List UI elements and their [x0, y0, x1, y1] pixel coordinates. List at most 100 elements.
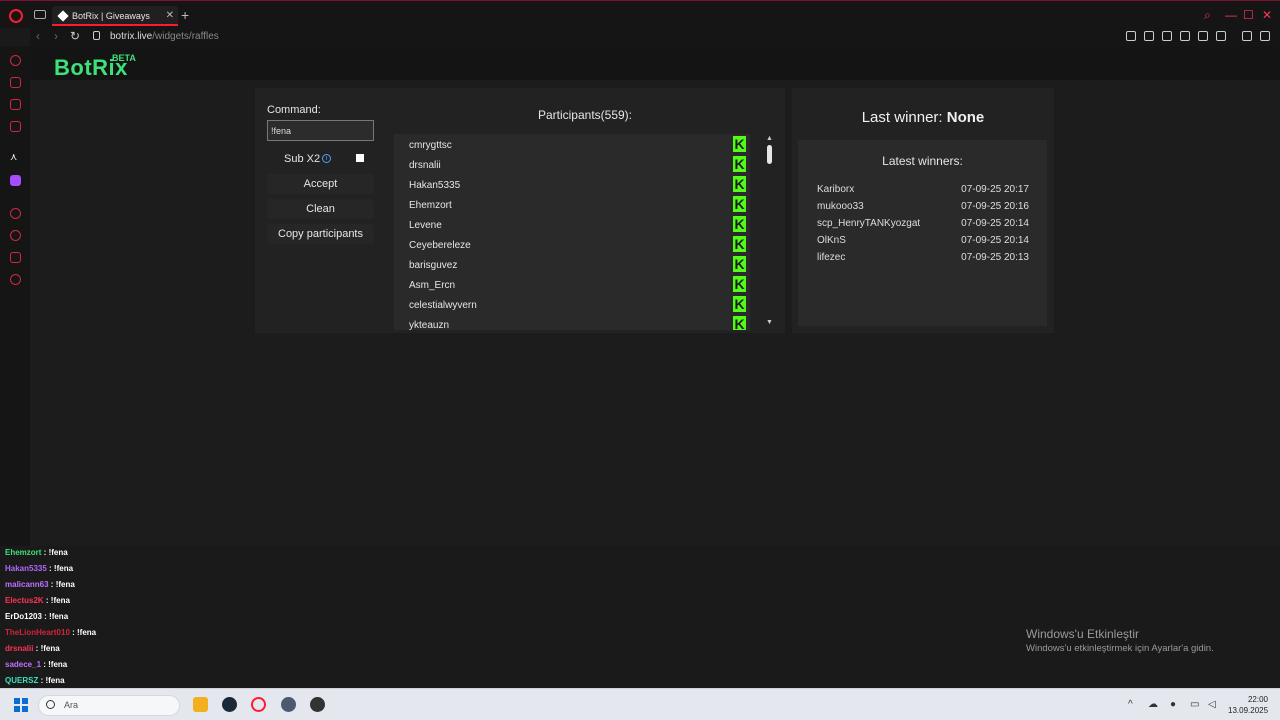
- participants-list[interactable]: cmrygttsc Kdrsnalii K Hakan5335 K Ehemzort K Le…: [394, 134, 750, 330]
- participants-title: Participants(559):: [537, 108, 633, 122]
- back-icon[interactable]: ‹: [36, 29, 40, 43]
- messenger-icon[interactable]: [10, 99, 21, 110]
- extensions-icon[interactable]: [10, 252, 21, 263]
- workspace-icon[interactable]: [10, 121, 21, 132]
- kick-icon: K: [733, 176, 746, 192]
- opera-logo-icon[interactable]: [9, 9, 23, 23]
- heart-icon[interactable]: [1216, 31, 1226, 41]
- start-icon[interactable]: [14, 698, 28, 712]
- command-label: Command:: [267, 104, 321, 116]
- pin-icon[interactable]: [1126, 31, 1136, 41]
- info-icon[interactable]: i: [322, 154, 331, 163]
- player-icon[interactable]: [1198, 31, 1208, 41]
- participant-name: drsnalii: [409, 160, 441, 171]
- player-sidebar-icon[interactable]: [10, 208, 21, 219]
- chat-message: : !fena: [41, 660, 68, 669]
- participant-row[interactable]: cmrygttsc K: [394, 135, 750, 155]
- tab-close-icon[interactable]: ✕: [166, 10, 174, 21]
- sub-x2-checkbox[interactable]: [356, 154, 364, 162]
- new-tab-icon[interactable]: +: [181, 7, 189, 23]
- last-winner: Last winner: None: [861, 109, 985, 126]
- chat-line: Electus2K : !fena: [5, 596, 70, 605]
- url-field[interactable]: botrix.live/widgets/raffles: [110, 31, 219, 42]
- steam-icon[interactable]: [222, 697, 237, 712]
- winner-time: 07-09-25 20:13: [961, 252, 1029, 263]
- latest-winners-title: Latest winners:: [882, 154, 963, 168]
- participant-row[interactable]: Ceyebereleze K: [394, 235, 750, 255]
- accept-button[interactable]: Accept: [267, 174, 374, 194]
- scroll-down-icon[interactable]: ▼: [766, 319, 773, 326]
- shop-icon[interactable]: [10, 77, 21, 88]
- reload-icon[interactable]: ↻: [70, 29, 80, 43]
- winner-name: lifezec: [817, 252, 846, 263]
- clock-date: 13.09.2025: [1228, 706, 1269, 715]
- participant-row[interactable]: Asm_Ercn K: [394, 275, 750, 295]
- participant-row[interactable]: Hakan5335 K: [394, 175, 750, 195]
- kick-icon: K: [733, 276, 746, 292]
- forward-icon[interactable]: ›: [54, 29, 58, 43]
- lock-icon: [93, 31, 100, 40]
- volume-icon[interactable]: ◁: [1208, 699, 1216, 710]
- opera-taskbar-icon[interactable]: [251, 697, 266, 712]
- participant-row[interactable]: Ehemzort K: [394, 195, 750, 215]
- botrix-favicon-icon: [57, 10, 69, 22]
- winner-time: 07-09-25 20:14: [961, 218, 1029, 229]
- search-tabs-icon[interactable]: ⌕: [1204, 8, 1211, 23]
- tray-chevron-icon[interactable]: ^: [1128, 699, 1133, 710]
- menu-icon[interactable]: [1260, 31, 1270, 41]
- participant-name: cmrygttsc: [409, 140, 452, 151]
- file-explorer-icon[interactable]: [193, 697, 208, 712]
- settings-gear-icon[interactable]: [10, 274, 21, 285]
- clean-button[interactable]: Clean: [267, 199, 374, 219]
- chat-line: drsnalii : !fena: [5, 644, 60, 653]
- chat-message: : !fena: [46, 564, 74, 573]
- taskbar-clock[interactable]: 22:00 13.09.2025: [1228, 694, 1268, 716]
- display-icon[interactable]: ▭: [1190, 699, 1199, 710]
- snapshot-icon[interactable]: [1144, 31, 1154, 41]
- history-icon[interactable]: [10, 230, 21, 241]
- close-window-icon[interactable]: ✕: [1262, 8, 1272, 22]
- mic-icon[interactable]: ●: [1170, 699, 1176, 710]
- taskbar-search[interactable]: Ara: [38, 695, 180, 716]
- chat-message: : !fena: [48, 580, 75, 589]
- chat-user: malicann63: [5, 580, 49, 589]
- copy-participants-button[interactable]: Copy participants: [267, 224, 374, 244]
- chat-user: QUERSZ: [5, 676, 39, 685]
- latest-winners-box: Latest winners: Kariborx 07-09-25 20:17 mu…: [798, 140, 1047, 326]
- kick-icon: K: [733, 156, 746, 172]
- kick-icon: K: [733, 236, 746, 252]
- chat-line: malicann63 : !fena: [5, 580, 75, 589]
- maximize-icon[interactable]: ☐: [1243, 8, 1254, 22]
- twitch-icon[interactable]: [10, 175, 21, 186]
- winner-time: 07-09-25 20:14: [961, 235, 1029, 246]
- scrollbar-thumb[interactable]: [767, 145, 772, 164]
- cloud-icon[interactable]: ☁: [1148, 699, 1158, 710]
- ai-icon[interactable]: [10, 55, 21, 66]
- participant-row[interactable]: barisguvez K: [394, 255, 750, 275]
- obs-icon[interactable]: [310, 697, 325, 712]
- participant-row[interactable]: celestialwyvern K: [394, 295, 750, 315]
- profile-icon[interactable]: [1242, 31, 1252, 41]
- participant-row[interactable]: drsnalii K: [394, 155, 750, 175]
- participant-row[interactable]: ykteauzn K: [394, 315, 750, 330]
- kick-sidebar-icon[interactable]: ⋏: [10, 152, 21, 163]
- participant-row[interactable]: Levene K: [394, 215, 750, 235]
- app-taskbar-icon[interactable]: [281, 697, 296, 712]
- participant-name: ykteauzn: [409, 320, 450, 330]
- scroll-up-icon[interactable]: ▲: [766, 135, 773, 142]
- minimize-icon[interactable]: —: [1225, 8, 1237, 22]
- participant-name: Ehemzort: [409, 200, 452, 211]
- chat-message: : !fena: [41, 548, 68, 557]
- adblock-icon[interactable]: [1162, 31, 1172, 41]
- translate-icon[interactable]: [1180, 31, 1190, 41]
- chat-message: : !fena: [38, 676, 65, 685]
- address-bar: ‹ › ↻ botrix.live/widgets/raffles: [30, 28, 1280, 46]
- winner-name: Kariborx: [817, 184, 855, 195]
- browser-tab-active[interactable]: BotRix | Giveaways ✕: [52, 6, 178, 26]
- activate-windows-title: Windows'u Etkinleştir: [1026, 627, 1139, 641]
- tab-manager-icon[interactable]: [34, 10, 46, 19]
- command-input[interactable]: [267, 120, 374, 141]
- winner-time: 07-09-25 20:16: [961, 201, 1029, 212]
- raffle-panel: Command: Sub X2 i Accept Clean Copy part…: [255, 88, 785, 333]
- winner-name: mukooo33: [817, 201, 864, 212]
